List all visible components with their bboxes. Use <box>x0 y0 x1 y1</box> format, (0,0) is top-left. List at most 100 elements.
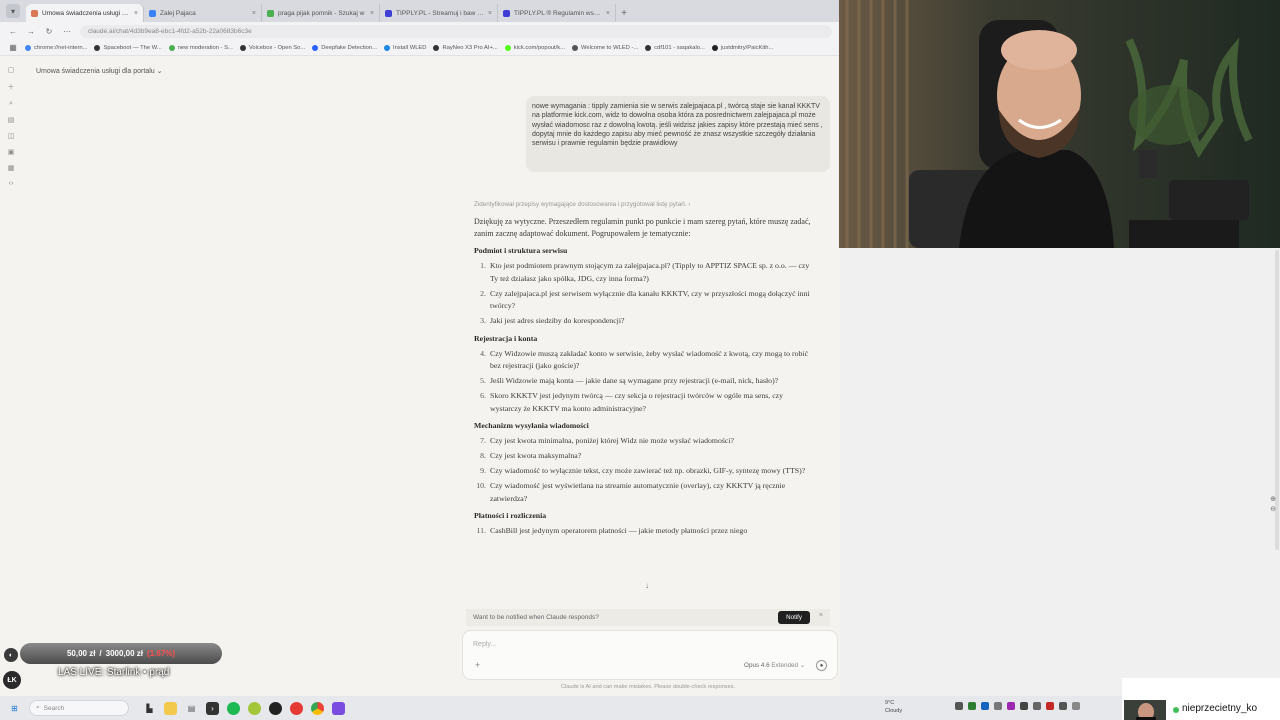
sidebar-toggle-icon[interactable]: ▢ <box>8 66 15 74</box>
online-status-icon <box>1173 707 1179 713</box>
chevron-down-icon: ⌄ <box>799 662 805 669</box>
tray-icon[interactable] <box>968 702 976 710</box>
bookmark-item[interactable]: Install WLED <box>383 44 427 51</box>
task-view-icon[interactable]: ▙ <box>143 702 156 715</box>
bookmark-item[interactable]: Welcome to WLED -... <box>571 44 639 51</box>
thinking-summary[interactable]: Zidentyfikował przepisy wymagające dosto… <box>474 201 690 208</box>
list-item: 10. Czy wiadomość jest wyświetlana na str… <box>474 480 814 505</box>
apps-grid-icon[interactable]: ▦ <box>8 164 15 172</box>
tray-icon[interactable] <box>1007 702 1015 710</box>
projects-icon[interactable]: ◫ <box>8 132 15 140</box>
new-tab-button[interactable]: + <box>616 4 632 22</box>
tray-icon[interactable] <box>1020 702 1028 710</box>
tray-icon[interactable] <box>1072 702 1080 710</box>
close-icon[interactable]: × <box>252 10 256 17</box>
webcam-feed <box>839 0 1280 248</box>
close-icon[interactable]: × <box>488 10 492 17</box>
reply-input[interactable]: Reply... <box>473 641 496 648</box>
goal-target: 3000,00 zł <box>105 649 144 658</box>
close-icon[interactable]: × <box>134 10 138 17</box>
code-icon[interactable]: ‹› <box>9 180 14 187</box>
tab-1[interactable]: Umowa świadczenia usługi dla × <box>26 4 144 22</box>
list-item: 3. Jaki jest adres siedziby do koresponde… <box>474 315 814 328</box>
voice-icon[interactable]: ● <box>816 660 827 671</box>
back-icon[interactable]: ← <box>8 27 18 36</box>
weather-widget[interactable]: 9°C Cloudy <box>885 699 902 715</box>
question-text: Czy Widzowie muszą zakładać konto w serw… <box>490 348 809 371</box>
tab-3[interactable]: praga pijak pomnik - Szukaj w × <box>262 4 380 22</box>
android-icon[interactable] <box>248 701 261 715</box>
bookmark-item[interactable]: cdf101 - saqakalo... <box>645 44 705 51</box>
terminal-icon[interactable]: › <box>206 701 219 715</box>
question-number: 10. <box>476 481 486 490</box>
question-number: 11. <box>476 526 486 535</box>
bookmark-item[interactable]: new moderation - S... <box>168 44 233 51</box>
section-heading: Płatności i rozliczenia <box>474 511 547 520</box>
tray-icon[interactable] <box>994 702 1002 710</box>
bookmark-item[interactable]: Voicebox - Open So... <box>239 44 305 51</box>
bookmark-item[interactable]: kick.com/popout/k... <box>504 44 565 51</box>
app-red-icon[interactable] <box>290 701 303 715</box>
app-purple-icon[interactable] <box>332 701 345 715</box>
reload-icon[interactable]: ↻ <box>44 27 54 36</box>
conversation-title[interactable]: Umowa świadczenia usługi dla portalu ⌄ <box>36 67 163 75</box>
goal-current: 50,00 zł <box>66 649 96 658</box>
close-icon[interactable]: × <box>819 612 823 619</box>
bookmark-favicon-icon <box>433 44 440 51</box>
forward-icon[interactable]: → <box>26 27 36 36</box>
apps-icon[interactable]: ▦ <box>8 43 18 52</box>
tray-icon[interactable] <box>1059 702 1067 710</box>
tab-4[interactable]: TIPPLY.PL - Streamuj i baw się × <box>380 4 498 22</box>
site-info-icon[interactable]: ⋯ <box>62 27 72 36</box>
add-attachment-icon[interactable]: + <box>475 660 480 670</box>
goal-separator: / <box>99 649 102 658</box>
zoom-in-icon[interactable]: ⊕ <box>1270 495 1276 503</box>
tab-5[interactable]: TIPPLY.PL ® Regulamin współp × <box>498 4 616 22</box>
new-chat-icon[interactable]: ＋ <box>8 82 15 92</box>
address-bar: ← → ↻ ⋯ claude.ai/chat/4d3b9ea8-ebc1-4fd… <box>0 22 840 40</box>
notify-button[interactable]: Notify <box>778 611 810 624</box>
webcam-image <box>839 0 1280 248</box>
taskbar-search[interactable]: ⌕ Search <box>29 700 129 716</box>
tab-2[interactable]: Zalej Pajaca × <box>144 4 262 22</box>
start-icon[interactable]: ⊞ <box>8 702 21 715</box>
section-heading: Mechanizm wysyłania wiadomości <box>474 421 589 430</box>
spotify-icon[interactable] <box>227 701 240 715</box>
scroll-down-icon[interactable]: ↓ <box>645 581 649 590</box>
list-item: 5. Jeśli Widzowie mają konta — jakie dane… <box>474 375 814 388</box>
chrome-icon[interactable] <box>311 701 324 715</box>
obs-icon[interactable] <box>269 701 282 715</box>
model-selector[interactable]: Opus 4.6 Extended ⌄ <box>744 662 805 669</box>
chats-icon[interactable]: ▤ <box>8 116 15 124</box>
question-number: 2. <box>480 288 486 298</box>
app-icon[interactable]: ▤ <box>185 702 198 715</box>
tray-icon[interactable] <box>981 702 989 710</box>
bookmark-item[interactable]: RayNeo X3 Pro AI+... <box>433 44 498 51</box>
bookmark-item[interactable]: justdmitry/PaicKith... <box>711 44 773 51</box>
file-explorer-icon[interactable] <box>164 701 177 715</box>
search-icon[interactable]: ⌕ <box>9 100 13 108</box>
question-text: Jaki jest adres siedziby do korespondenc… <box>490 316 625 325</box>
bookmark-label: Welcome to WLED -... <box>580 44 639 51</box>
tray-icon[interactable] <box>955 702 963 710</box>
close-icon[interactable]: × <box>606 10 610 17</box>
question-text: Czy zalejpajaca.pl jest serwisem wyłączn… <box>490 288 810 311</box>
tray-icon[interactable] <box>1046 702 1054 710</box>
zoom-out-icon[interactable]: ⊖ <box>1270 505 1276 513</box>
question-sections: Podmiot i struktura serwisu 1. Kto jest po… <box>474 246 814 538</box>
weather-temp: 9°C <box>885 700 895 706</box>
artifacts-icon[interactable]: ▣ <box>8 148 15 156</box>
tray-icon[interactable] <box>1033 702 1041 710</box>
question-number: 9. <box>480 466 486 475</box>
bookmark-item[interactable]: Spaceboot — The W... <box>94 44 162 51</box>
tab-strip: ▾ Umowa świadczenia usługi dla × Zalej Paj… <box>0 0 840 22</box>
url-field[interactable]: claude.ai/chat/4d3b9ea8-ebc1-4fd2-a52b-2… <box>80 24 832 38</box>
bookmark-item[interactable]: chrome://net-intern... <box>25 44 87 51</box>
window-menu-button[interactable]: ▾ <box>6 4 20 18</box>
bookmark-label: Install WLED <box>392 44 427 51</box>
bookmark-item[interactable]: Deepfake Detection... <box>312 44 377 51</box>
question-number: 3. <box>480 316 486 325</box>
close-icon[interactable]: × <box>370 10 374 17</box>
section-heading: Rejestracja i konta <box>474 333 538 343</box>
question-text: Czy jest kwota minimalna, poniżej której… <box>490 436 734 445</box>
